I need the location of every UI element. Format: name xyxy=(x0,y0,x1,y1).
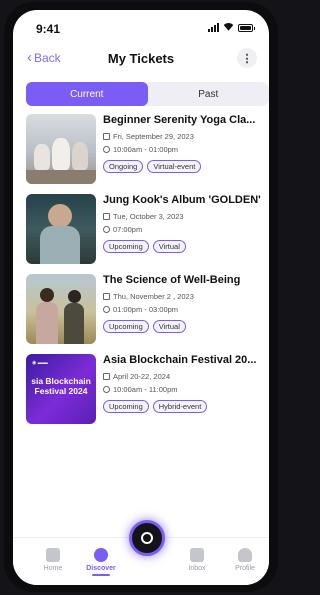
phone-screen: 9:41 ‹ Back My Tickets ⋮ Current Past Be… xyxy=(13,10,269,585)
status-time: 9:41 xyxy=(36,22,61,36)
signal-icon xyxy=(208,23,219,32)
nav-header: ‹ Back My Tickets ⋮ xyxy=(13,48,269,72)
tab-past[interactable]: Past xyxy=(148,82,270,106)
calendar-icon xyxy=(103,373,110,380)
calendar-icon xyxy=(103,133,110,140)
scan-ticket-button[interactable] xyxy=(129,520,165,556)
event-thumbnail xyxy=(26,114,96,184)
status-badge: Upcoming xyxy=(103,320,149,333)
event-type-badge: Virtual-event xyxy=(147,160,202,173)
event-time: 10:00am - 01:00pm xyxy=(113,145,179,154)
ticket-card[interactable]: Beginner Serenity Yoga Cla... Fri, Septe… xyxy=(26,114,269,184)
clock-icon xyxy=(103,306,110,313)
ticket-card[interactable]: Jung Kook's Album 'GOLDEN' Tue, October … xyxy=(26,194,269,264)
event-title: The Science of Well-Being xyxy=(103,274,241,286)
nav-inbox[interactable]: Inbox xyxy=(175,548,219,572)
thumbnail-text: sia Blockchain Festival 2024 xyxy=(31,376,91,396)
event-type-badge: Virtual xyxy=(152,320,186,333)
nav-home-label: Home xyxy=(43,565,63,572)
status-icons xyxy=(208,23,255,32)
event-type-badge: Virtual xyxy=(152,240,186,253)
nav-discover-label: Discover xyxy=(86,565,116,572)
bottom-navigation: Home Discover Inbox Profile xyxy=(13,520,269,585)
nav-inbox-label: Inbox xyxy=(188,565,206,572)
ticket-tabs: Current Past xyxy=(26,82,269,106)
event-date: April 20-22, 2024 xyxy=(113,372,171,381)
event-date: Fri, September 29, 2023 xyxy=(113,132,194,141)
ticket-card[interactable]: The Science of Well-Being Thu, November … xyxy=(26,274,269,344)
status-bar: 9:41 xyxy=(13,10,269,44)
event-logo: ◉ ▬▬ xyxy=(32,360,48,366)
event-time: 10:00am - 11:00pm xyxy=(113,385,178,394)
event-thumbnail xyxy=(26,274,96,344)
event-type-badge: Hybrid-event xyxy=(152,400,208,413)
home-icon xyxy=(46,548,60,562)
nav-profile[interactable]: Profile xyxy=(223,548,267,572)
calendar-icon xyxy=(103,293,110,300)
event-title: Jung Kook's Album 'GOLDEN' xyxy=(103,194,261,206)
event-thumbnail: ◉ ▬▬ sia Blockchain Festival 2024 xyxy=(26,354,96,424)
event-date: Tue, October 3, 2023 xyxy=(113,212,184,221)
more-vertical-icon: ⋮ xyxy=(241,52,253,65)
tab-current[interactable]: Current xyxy=(26,82,148,106)
nav-home[interactable]: Home xyxy=(31,548,75,572)
nav-discover[interactable]: Discover xyxy=(79,548,123,576)
status-badge: Ongoing xyxy=(103,160,144,173)
clock-icon xyxy=(103,386,110,393)
event-date: Thu, November 2 , 2023 xyxy=(113,292,194,301)
nav-profile-label: Profile xyxy=(235,565,255,572)
compass-icon xyxy=(94,548,108,562)
inbox-icon xyxy=(190,548,204,562)
profile-icon xyxy=(238,548,252,562)
more-options-button[interactable]: ⋮ xyxy=(237,48,257,68)
scan-icon xyxy=(141,532,153,544)
wifi-icon xyxy=(223,23,234,32)
event-title: Beginner Serenity Yoga Cla... xyxy=(103,114,256,126)
calendar-icon xyxy=(103,213,110,220)
event-time: 07:00pm xyxy=(113,225,143,234)
page-title: My Tickets xyxy=(107,51,175,66)
status-badge: Upcoming xyxy=(103,240,149,253)
event-time: 01:00pm - 03:00pm xyxy=(113,305,179,314)
battery-icon xyxy=(238,24,255,32)
clock-icon xyxy=(103,146,110,153)
clock-icon xyxy=(103,226,110,233)
status-badge: Upcoming xyxy=(103,400,149,413)
event-title: Asia Blockchain Festival 20... xyxy=(103,354,257,366)
event-thumbnail xyxy=(26,194,96,264)
ticket-card[interactable]: ◉ ▬▬ sia Blockchain Festival 2024 Asia B… xyxy=(26,354,269,424)
